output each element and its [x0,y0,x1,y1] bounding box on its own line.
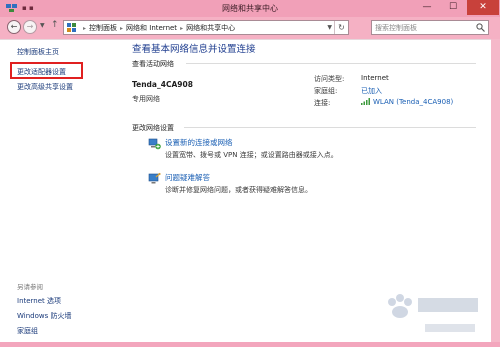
refresh-button[interactable]: ↻ [334,21,348,34]
troubleshoot-link[interactable]: 问题疑难解答 [165,172,210,183]
network-type: 专用网络 [132,95,160,103]
sidebar-item-homegroup[interactable]: 家庭组 [17,326,38,336]
breadcrumb-network-sharing-center[interactable]: 网络和共享中心 [186,24,235,32]
sidebar-item-control-panel-home[interactable]: 控制面板主页 [17,47,59,57]
section-divider [186,63,476,64]
breadcrumb-control-panel[interactable]: 控制面板 [89,24,117,32]
troubleshoot-icon [148,172,161,184]
new-connection-link[interactable]: 设置新的连接或网络 [165,137,233,148]
watermark-logo [388,294,478,332]
scrollbar[interactable] [491,39,500,342]
up-button[interactable]: ↑ [51,20,59,30]
address-bar[interactable]: ▸ 控制面板 ▸ 网络和 Internet ▸ 网络和共享中心 ▼ ↻ [63,20,349,35]
sidebar-item-windows-firewall[interactable]: Windows 防火墙 [17,311,71,321]
access-type-value: Internet [361,74,389,82]
maximize-button[interactable]: ☐ [441,0,465,15]
address-dropdown-icon[interactable]: ▼ [327,24,332,31]
section-divider [184,127,476,128]
title-bar[interactable]: ▪ ▪ 网络和共享中心 — ☐ ✕ [0,0,500,17]
connection-link[interactable]: WLAN (Tenda_4CA908) [361,98,453,106]
wifi-signal-icon [361,98,370,105]
page-title: 查看基本网络信息并设置连接 [132,44,256,55]
homegroup-label: 家庭组: [314,87,338,95]
breadcrumb-network-internet[interactable]: 网络和 Internet [126,24,177,32]
recent-locations-dropdown[interactable]: ▼ [40,22,45,29]
sidebar: 控制面板主页 更改适配器设置 更改高级共享设置 另请参阅 Internet 选项… [0,40,116,343]
window-bottom-border [0,342,500,347]
see-also-heading: 另请参阅 [17,283,43,291]
search-input[interactable] [375,22,470,33]
navigation-bar: ← → ▼ ↑ ▸ 控制面板 ▸ 网络和 Internet ▸ 网络和共享中心 ▼ ↻ [0,17,500,39]
network-name: Tenda_4CA908 [132,80,193,89]
connection-label: 连接: [314,99,331,107]
breadcrumb-separator: ▸ [83,25,87,32]
back-button[interactable]: ← [7,20,21,34]
sidebar-item-internet-options[interactable]: Internet 选项 [17,296,61,306]
change-settings-heading: 更改网络设置 [132,124,174,132]
active-networks-heading: 查看活动网络 [132,60,174,68]
search-box[interactable] [371,20,489,35]
sidebar-item-advanced-sharing-settings[interactable]: 更改高级共享设置 [17,82,73,92]
search-icon[interactable] [476,23,485,32]
breadcrumb-separator: ▸ [120,25,124,32]
minimize-button[interactable]: — [415,0,439,15]
breadcrumb-separator: ▸ [180,25,184,32]
connection-name: WLAN (Tenda_4CA908) [373,98,454,106]
network-sharing-center-window: ▪ ▪ 网络和共享中心 — ☐ ✕ ← → ▼ ↑ ▸ 控制面板 ▸ 网络和 Inte… [0,0,500,347]
troubleshoot-description: 诊断并修复网络问题，或者获得疑难解答信息。 [165,186,312,194]
breadcrumb: ▸ 控制面板 ▸ 网络和 Internet ▸ 网络和共享中心 [80,23,235,33]
access-type-label: 访问类型: [314,75,345,83]
new-connection-description: 设置宽带、拨号或 VPN 连接；或设置路由器或接入点。 [165,151,338,159]
sidebar-item-change-adapter-settings[interactable]: 更改适配器设置 [17,67,66,77]
new-connection-icon [148,138,161,150]
forward-button[interactable]: → [23,20,37,34]
control-panel-icon [67,23,76,32]
close-button[interactable]: ✕ [467,0,499,15]
homegroup-link[interactable]: 已加入 [361,86,382,96]
